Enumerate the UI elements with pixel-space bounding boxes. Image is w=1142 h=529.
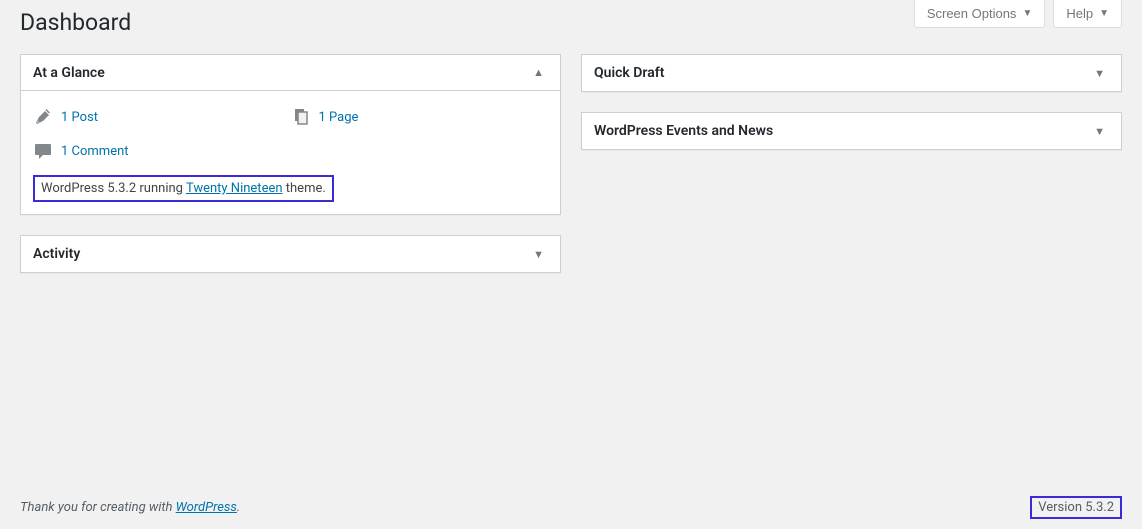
collapse-icon[interactable]: ▲ [529,62,548,83]
posts-link[interactable]: 1 Post [61,110,98,125]
glance-posts: 1 Post [33,103,291,137]
version-prefix: WordPress 5.3.2 running [41,181,186,196]
dashboard-columns: At a Glance ▲ 1 Post [20,54,1122,293]
panel-news: WordPress Events and News ▼ [581,112,1122,150]
chevron-down-icon: ▼ [1022,8,1032,19]
panel-body: 1 Post 1 Page [21,91,560,214]
admin-footer: Thank you for creating with WordPress. V… [20,496,1122,519]
screen-options-label: Screen Options [927,6,1017,21]
wordpress-link[interactable]: WordPress [176,500,237,515]
panel-header[interactable]: Activity ▼ [21,236,560,272]
panel-title: Activity [33,246,80,262]
wp-version-info: WordPress 5.3.2 running Twenty Nineteen … [33,175,334,202]
footer-version: Version 5.3.2 [1030,496,1122,519]
panel-title: At a Glance [33,65,105,81]
panel-activity: Activity ▼ [20,235,561,273]
panel-header[interactable]: Quick Draft ▼ [582,55,1121,91]
glance-pages: 1 Page [291,103,549,137]
help-button[interactable]: Help ▼ [1053,0,1122,28]
pin-icon [33,107,53,127]
screen-meta-links: Screen Options ▼ Help ▼ [914,0,1122,28]
expand-icon[interactable]: ▼ [529,244,548,265]
comments-link[interactable]: 1 Comment [61,144,129,159]
footer-thanks: Thank you for creating with WordPress. [20,500,240,515]
help-label: Help [1066,6,1093,21]
panel-title: WordPress Events and News [594,123,773,139]
expand-icon[interactable]: ▼ [1090,121,1109,142]
column-left: At a Glance ▲ 1 Post [20,54,561,293]
panel-header[interactable]: At a Glance ▲ [21,55,560,91]
expand-icon[interactable]: ▼ [1090,63,1109,84]
panel-title: Quick Draft [594,65,664,81]
pages-icon [291,107,311,127]
column-right: Quick Draft ▼ WordPress Events and News … [581,54,1122,293]
comment-icon [33,141,53,161]
glance-comments: 1 Comment [33,137,548,171]
chevron-down-icon: ▼ [1099,8,1109,19]
thanks-prefix: Thank you for creating with [20,500,176,515]
panel-header[interactable]: WordPress Events and News ▼ [582,113,1121,149]
panel-at-a-glance: At a Glance ▲ 1 Post [20,54,561,215]
thanks-suffix: . [237,500,240,515]
pages-link[interactable]: 1 Page [319,110,359,125]
version-suffix: theme. [283,181,326,196]
theme-link[interactable]: Twenty Nineteen [186,181,283,196]
screen-options-button[interactable]: Screen Options ▼ [914,0,1046,28]
panel-quick-draft: Quick Draft ▼ [581,54,1122,92]
